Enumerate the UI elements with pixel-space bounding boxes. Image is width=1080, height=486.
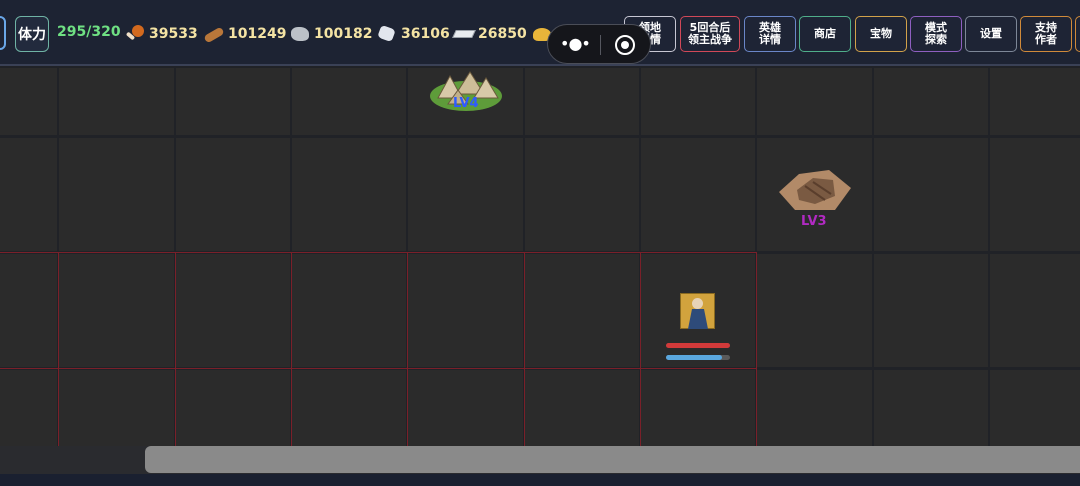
map-tile[interactable] [874, 138, 988, 251]
resource-iron: 36106 [377, 22, 450, 46]
treasure-button[interactable]: 宝物 [855, 16, 907, 52]
map-tile[interactable] [641, 68, 755, 135]
map-tile[interactable] [176, 138, 290, 251]
map-tile[interactable] [757, 254, 872, 367]
map-tile[interactable] [525, 370, 639, 446]
map-tile[interactable] [0, 370, 57, 446]
map-tile[interactable] [408, 254, 523, 367]
quarry-building[interactable] [775, 166, 853, 216]
territory-border-line [640, 252, 641, 448]
stamina-value: 295/320 [57, 24, 121, 40]
iron-value: 36106 [401, 26, 450, 42]
map-tile[interactable] [0, 138, 57, 251]
map-tile[interactable] [990, 370, 1080, 446]
quarry-level-label: LV3 [801, 214, 827, 229]
map-tile[interactable] [757, 370, 872, 446]
map-tile[interactable] [0, 254, 57, 367]
lord-war-button[interactable]: 5回合后 领主战争 [680, 16, 740, 52]
map-tile[interactable] [292, 138, 406, 251]
horizontal-scroll-thumb[interactable] [145, 446, 1080, 473]
territory-border-line [0, 368, 757, 369]
settings-button[interactable]: 设置 [965, 16, 1017, 52]
mode-explore-button[interactable]: 模式 探索 [910, 16, 962, 52]
map-tile[interactable] [292, 254, 406, 367]
map-tile[interactable] [59, 370, 174, 446]
shop-button[interactable]: 商店 [799, 16, 851, 52]
map-tile[interactable] [641, 370, 755, 446]
map-tile[interactable] [292, 370, 406, 446]
map-tile[interactable] [525, 138, 639, 251]
map-tile[interactable] [641, 138, 755, 251]
map-tile[interactable] [525, 254, 639, 367]
map-tile[interactable] [408, 138, 523, 251]
map-tile[interactable] [59, 138, 174, 251]
top-bar: 体力 295/320 39533 101249 100182 36106 268… [0, 0, 1080, 66]
map-tile[interactable] [874, 370, 988, 446]
stone-value: 100182 [314, 26, 373, 42]
resource-silver: 26850 [454, 22, 527, 46]
map-tile[interactable] [176, 68, 290, 135]
meat-icon [125, 24, 145, 44]
map-tile[interactable] [292, 68, 406, 135]
more-button[interactable] [1075, 16, 1080, 52]
territory-border-line [756, 252, 757, 448]
map-tile[interactable] [408, 370, 523, 446]
stamina-button[interactable]: 体力 [15, 16, 49, 52]
map-tile[interactable] [990, 138, 1080, 251]
iron-ore-icon [377, 24, 397, 44]
territory-border-line [524, 252, 525, 448]
hero-hp-bar [666, 343, 730, 348]
mini-program-capsule: •●• [547, 24, 651, 64]
camp-level-label: LV4 [453, 96, 479, 111]
resource-meat: 39533 [125, 22, 198, 46]
menu-edge-icon[interactable] [0, 16, 6, 50]
silver-ingot-icon [454, 24, 474, 44]
silver-value: 26850 [478, 26, 527, 42]
territory-border-line [291, 252, 292, 448]
map-tile[interactable] [757, 68, 872, 135]
meat-value: 39533 [149, 26, 198, 42]
close-target-icon[interactable] [615, 35, 635, 55]
territory-border-line [175, 252, 176, 448]
territory-border-line [58, 252, 59, 448]
map-tile[interactable] [874, 68, 988, 135]
bottom-strip [0, 474, 1080, 486]
map-tile[interactable] [176, 254, 290, 367]
map-tile[interactable] [990, 254, 1080, 367]
resource-stone: 100182 [290, 22, 372, 46]
wood-icon [204, 24, 224, 44]
map-tile[interactable] [176, 370, 290, 446]
more-dots-icon[interactable]: •●• [560, 34, 591, 53]
map-tile[interactable] [874, 254, 988, 367]
hero-details-button[interactable]: 英雄 详情 [744, 16, 796, 52]
wood-value: 101249 [228, 26, 287, 42]
map-tile[interactable] [59, 68, 174, 135]
territory-border-line [0, 252, 757, 253]
support-author-button[interactable]: 支持 作者 [1020, 16, 1072, 52]
map-tile[interactable] [525, 68, 639, 135]
hero-mp-bar [666, 355, 730, 360]
map-tile[interactable] [990, 68, 1080, 135]
territory-border-line [407, 252, 408, 448]
resource-wood: 101249 [204, 22, 286, 46]
hero-unit[interactable] [680, 293, 715, 329]
map-tile[interactable] [59, 254, 174, 367]
map-tile[interactable] [0, 68, 57, 135]
stone-icon [290, 24, 310, 44]
